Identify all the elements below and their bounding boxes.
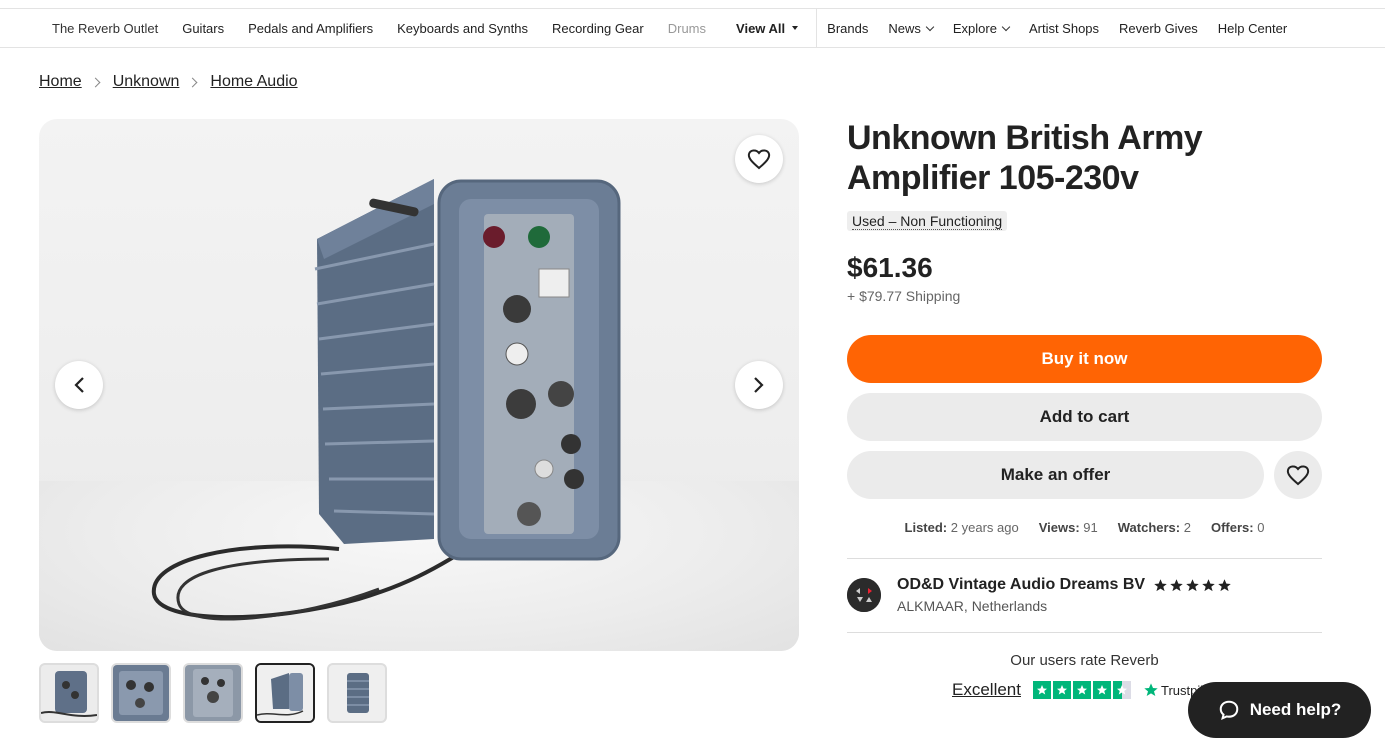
thumbnail-active[interactable] — [255, 663, 315, 723]
star-icon — [1218, 578, 1231, 591]
nav-news-label: News — [888, 20, 921, 36]
thumbnail[interactable] — [111, 663, 171, 723]
chevron-right-icon — [90, 77, 101, 87]
thumbnail[interactable] — [327, 663, 387, 723]
previous-image-button[interactable] — [55, 361, 103, 409]
star-icon — [1032, 681, 1051, 699]
nav-item-help-center[interactable]: Help Center — [1208, 21, 1297, 36]
thumbnail[interactable] — [39, 663, 99, 723]
star-icon — [1186, 578, 1199, 591]
stat-listed-value: 2 years ago — [950, 520, 1019, 535]
seller-logo-icon — [847, 578, 881, 612]
nav-categories: The Reverb Outlet Guitars Pedals and Amp… — [0, 9, 810, 47]
star-icon — [1072, 681, 1091, 699]
need-help-label: Need help? — [1249, 700, 1342, 719]
seller-location: ALKMAAR, Netherlands — [897, 598, 1048, 614]
stat-views-label: Views: — [1038, 520, 1080, 535]
nav-item-reverb-gives[interactable]: Reverb Gives — [1109, 21, 1208, 36]
chat-bubble-icon — [1219, 700, 1238, 721]
make-offer-button[interactable]: Make an offer — [847, 451, 1264, 499]
stat-offers: Offers: 0 — [1211, 520, 1264, 535]
nav-item-brands[interactable]: Brands — [817, 21, 878, 36]
thumbnail-image — [329, 665, 385, 721]
thumbnail[interactable] — [183, 663, 243, 723]
nav-item-recording-gear[interactable]: Recording Gear — [540, 21, 656, 36]
divider — [847, 558, 1322, 559]
star-icon — [1092, 681, 1111, 699]
seller-rating — [1153, 578, 1232, 593]
breadcrumb-home[interactable]: Home — [39, 73, 82, 91]
nav-item-drums[interactable]: Drums — [656, 21, 718, 36]
star-icon — [1170, 578, 1183, 591]
chevron-left-icon — [74, 377, 84, 393]
nav-item-keyboards-synths[interactable]: Keyboards and Synths — [385, 21, 540, 36]
trustpilot-rating-link[interactable]: Excellent — [952, 680, 1021, 700]
nav-secondary: Brands News Explore Artist Shops Reverb … — [817, 9, 1297, 47]
favorite-button[interactable] — [735, 135, 783, 183]
star-icon — [1112, 681, 1131, 699]
stat-watchers-value: 2 — [1183, 520, 1191, 535]
trustpilot-stars — [1032, 681, 1131, 699]
next-image-button[interactable] — [735, 361, 783, 409]
divider — [847, 632, 1322, 633]
heart-icon — [747, 149, 771, 170]
breadcrumb-unknown[interactable]: Unknown — [113, 73, 180, 91]
view-all-label: View All — [736, 20, 786, 36]
chevron-right-icon — [754, 377, 764, 393]
condition-badge[interactable]: Used – Non Functioning — [847, 211, 1008, 231]
watch-button[interactable] — [1274, 451, 1322, 499]
trust-heading: Our users rate Reverb — [1010, 652, 1159, 669]
nav-item-guitars[interactable]: Guitars — [170, 21, 236, 36]
stat-listed: Listed: 2 years ago — [905, 520, 1019, 535]
thumbnail-image — [257, 665, 313, 721]
stat-listed-label: Listed: — [904, 520, 948, 535]
nav-item-pedals-amplifiers[interactable]: Pedals and Amplifiers — [236, 21, 385, 36]
trustpilot-star-icon — [1144, 683, 1158, 696]
nav-item-artist-shops[interactable]: Artist Shops — [1019, 21, 1109, 36]
need-help-button[interactable]: Need help? — [1188, 682, 1371, 738]
product-title: Unknown British Army Amplifier 105-230v — [847, 119, 1203, 197]
chevron-right-icon — [187, 77, 198, 87]
thumbnail-strip — [39, 663, 387, 723]
thumbnail-image — [41, 665, 97, 721]
star-icon — [1052, 681, 1071, 699]
stat-offers-value: 0 — [1257, 520, 1265, 535]
stat-offers-label: Offers: — [1210, 520, 1254, 535]
seller-avatar[interactable] — [847, 578, 881, 612]
breadcrumb: Home Unknown Home Audio — [39, 73, 298, 91]
stat-watchers: Watchers: 2 — [1118, 520, 1191, 535]
view-all-button[interactable]: View All — [718, 21, 810, 36]
thumbnail-image — [185, 665, 241, 721]
nav-explore-label: Explore — [952, 20, 997, 36]
thumbnail-image — [113, 665, 169, 721]
caret-down-icon — [792, 26, 799, 30]
heart-icon — [1286, 465, 1310, 486]
breadcrumb-home-audio[interactable]: Home Audio — [210, 73, 297, 91]
condition-label: Used – Non Functioning — [852, 213, 1003, 230]
product-image-gallery[interactable] — [39, 119, 799, 651]
add-to-cart-button[interactable]: Add to cart — [847, 393, 1322, 441]
nav-item-reverb-outlet[interactable]: The Reverb Outlet — [40, 21, 170, 36]
stat-views: Views: 91 — [1039, 520, 1098, 535]
star-icon — [1202, 578, 1215, 591]
product-price: $61.36 — [847, 252, 933, 283]
trustpilot-widget[interactable]: Excellent Trustpilot — [952, 680, 1214, 700]
product-photo-amplifier — [151, 179, 621, 621]
stat-watchers-label: Watchers: — [1117, 520, 1181, 535]
buy-it-now-button[interactable]: Buy it now — [847, 335, 1322, 383]
nav-item-news[interactable]: News — [878, 21, 943, 36]
chevron-down-icon — [925, 22, 935, 31]
nav-item-explore[interactable]: Explore — [943, 21, 1019, 36]
chevron-down-icon — [1001, 22, 1011, 31]
shipping-cost: + $79.77 Shipping — [847, 288, 961, 304]
seller-info: OD&D Vintage Audio Dreams BV — [897, 576, 1232, 594]
listing-stats: Listed: 2 years ago Views: 91 Watchers: … — [847, 520, 1322, 535]
star-icon — [1154, 578, 1167, 591]
seller-name-link[interactable]: OD&D Vintage Audio Dreams BV — [897, 576, 1145, 594]
top-navigation: The Reverb Outlet Guitars Pedals and Amp… — [0, 8, 1385, 48]
stat-views-value: 91 — [1083, 520, 1098, 535]
